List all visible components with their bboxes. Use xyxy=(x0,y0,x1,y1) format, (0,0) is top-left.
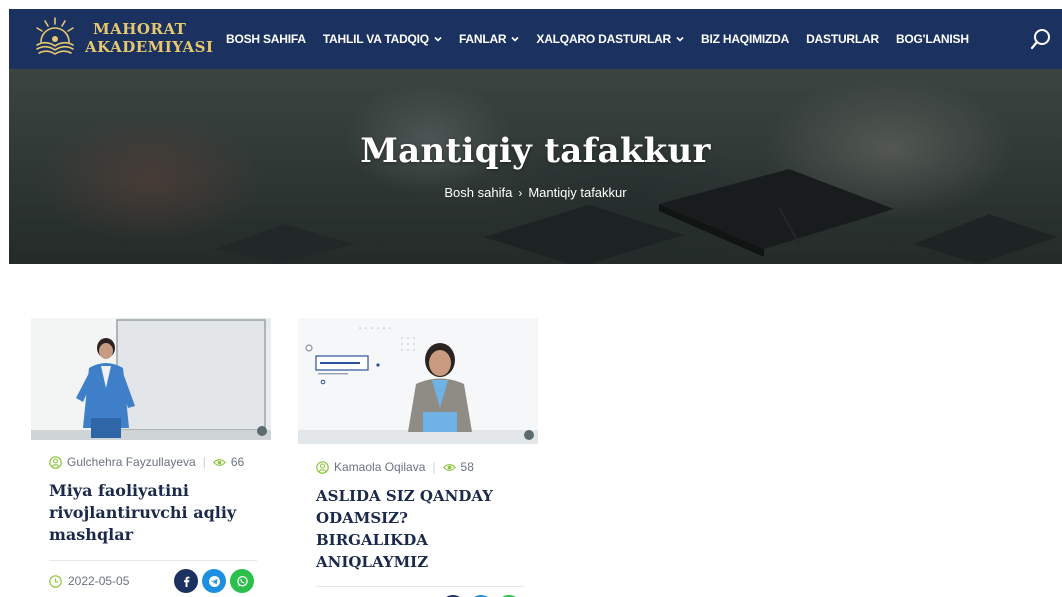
eye-icon xyxy=(442,463,456,471)
nav-item-label: BIZ HAQIMIZDA xyxy=(701,32,790,46)
main-nav: BOSH SAHIFA TAHLIL VA TADQIQ FANLAR XALQ… xyxy=(226,9,986,69)
nav-item-label: BOSH SAHIFA xyxy=(226,32,306,46)
search-icon[interactable] xyxy=(1028,26,1054,52)
page-hero-banner: Mantiqiy tafakkur Bosh sahifa › Mantiqiy… xyxy=(9,69,1062,264)
card-divider xyxy=(316,586,524,587)
telegram-icon xyxy=(208,575,220,587)
article-date: 2022-05-05 xyxy=(49,574,129,588)
card-divider xyxy=(49,560,257,561)
breadcrumb: Bosh sahifa › Mantiqiy tafakkur xyxy=(9,185,1062,200)
play-badge-icon xyxy=(257,426,267,436)
logo-emblem-icon xyxy=(36,17,74,55)
whatsapp-share-button[interactable] xyxy=(230,569,254,593)
facebook-icon xyxy=(183,576,189,587)
nav-item-label: FANLAR xyxy=(458,32,507,46)
chevron-down-icon xyxy=(511,36,519,42)
nav-item-boglanish[interactable]: BOG'LANISH xyxy=(896,32,969,46)
author-name[interactable]: Kamaola Oqilava xyxy=(334,460,425,474)
breadcrumb-current: Mantiqiy tafakkur xyxy=(528,185,627,200)
author-icon xyxy=(316,460,329,474)
logo-text-line2: AKADEMIYASI xyxy=(85,38,214,56)
article-card: Kamaola Oqilava | 58 ASLIDA SIZ QANDAY O… xyxy=(298,318,538,597)
article-meta: Kamaola Oqilava | 58 xyxy=(298,460,538,474)
breadcrumb-separator: › xyxy=(518,185,523,200)
site-logo[interactable]: MAHORAT AKADEMIYASI xyxy=(31,15,214,61)
article-title[interactable]: ASLIDA SIZ QANDAY ODAMSIZ? BIRGALIKDA AN… xyxy=(298,485,538,573)
article-footer: 2022-05-05 xyxy=(31,569,271,593)
telegram-share-button[interactable] xyxy=(202,569,226,593)
nav-item-dasturlar[interactable]: DASTURLAR xyxy=(806,32,879,46)
play-badge-icon xyxy=(524,430,534,440)
article-title[interactable]: Miya faoliyatini rivojlantiruvchi aqliy … xyxy=(31,480,271,546)
article-thumbnail[interactable] xyxy=(31,318,271,440)
nav-item-label: TAHLIL VA TADQIQ xyxy=(322,32,429,46)
facebook-share-button[interactable] xyxy=(174,569,198,593)
nav-item-fanlar[interactable]: FANLAR xyxy=(459,32,519,46)
view-count: 66 xyxy=(230,455,245,469)
article-date-value: 2022-05-05 xyxy=(68,574,130,588)
nav-item-xalqaro-dasturlar[interactable]: XALQARO DASTURLAR xyxy=(536,32,684,46)
chevron-down-icon xyxy=(434,36,442,42)
article-card: Gulchehra Fayzullayeva | 66 Miya faoliya… xyxy=(31,318,271,593)
author-name[interactable]: Gulchehra Fayzullayeva xyxy=(67,455,196,469)
nav-item-label: XALQARO DASTURLAR xyxy=(536,32,672,46)
article-thumbnail[interactable] xyxy=(298,318,538,444)
nav-item-label: DASTURLAR xyxy=(806,32,879,46)
article-meta: Gulchehra Fayzullayeva | 66 xyxy=(31,455,271,469)
site-header: MAHORAT AKADEMIYASI BOSH SAHIFA TAHLIL V… xyxy=(9,9,1062,69)
page-title: Mantiqiy tafakkur xyxy=(360,131,711,171)
nav-item-label: BOG'LANISH xyxy=(895,32,969,46)
author-icon xyxy=(49,455,62,469)
share-buttons xyxy=(174,569,258,593)
whatsapp-icon xyxy=(236,575,248,586)
breadcrumb-home-link[interactable]: Bosh sahifa xyxy=(444,185,512,200)
nav-item-bosh-sahifa[interactable]: BOSH SAHIFA xyxy=(226,32,306,46)
view-count: 58 xyxy=(460,460,474,474)
article-thumbnail-image xyxy=(31,318,271,440)
logo-text-line1: MAHORAT xyxy=(93,20,187,38)
meta-divider: | xyxy=(202,455,206,469)
eye-icon xyxy=(212,458,226,466)
meta-divider: | xyxy=(432,460,436,474)
nav-item-biz-haqimizda[interactable]: BIZ HAQIMIZDA xyxy=(701,32,789,46)
clock-icon xyxy=(49,574,62,588)
nav-item-tahlil-va-tadqiq[interactable]: TAHLIL VA TADQIQ xyxy=(323,32,442,46)
chevron-down-icon xyxy=(676,36,684,42)
article-thumbnail-image xyxy=(298,318,538,444)
